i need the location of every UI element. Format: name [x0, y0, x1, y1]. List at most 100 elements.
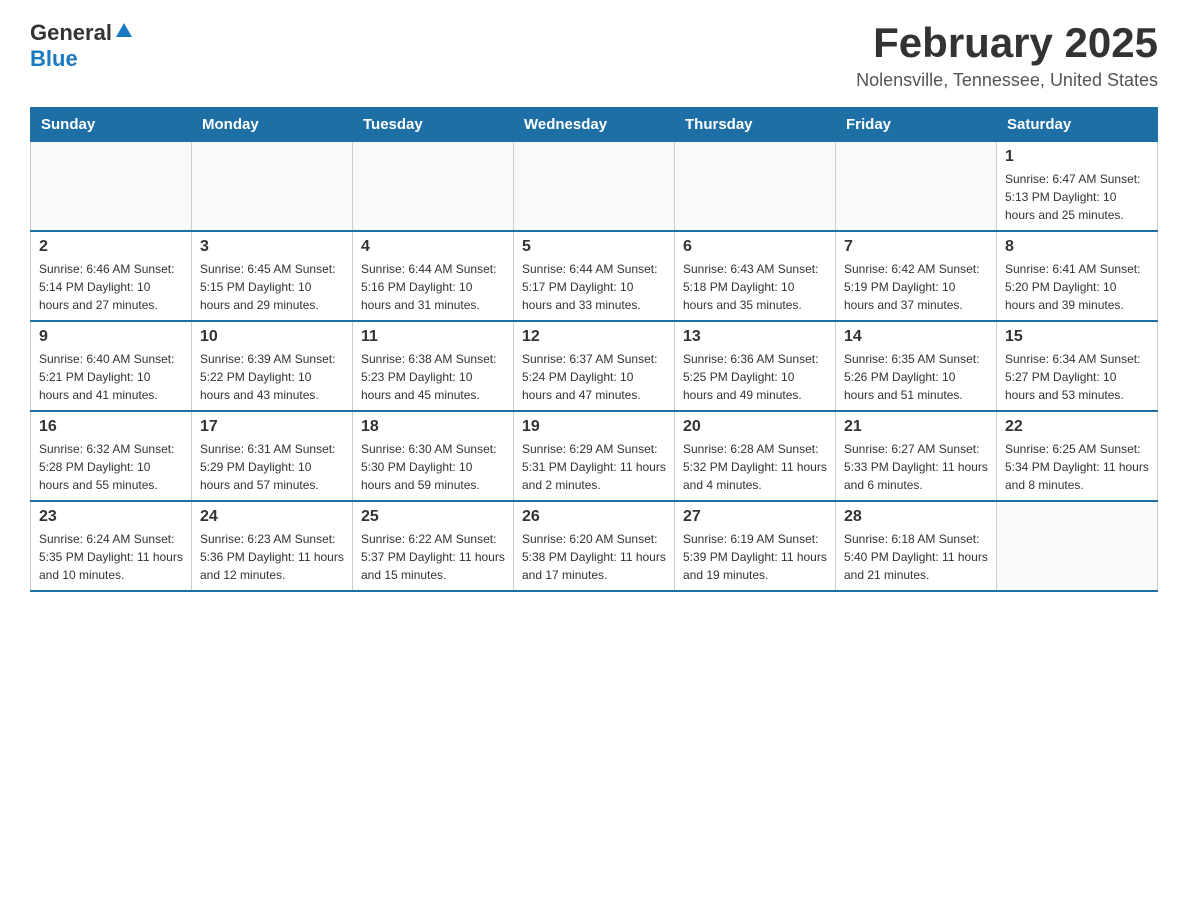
day-info: Sunrise: 6:24 AM Sunset: 5:35 PM Dayligh… [39, 530, 183, 584]
calendar-cell: 10 Sunrise: 6:39 AM Sunset: 5:22 PM Dayli… [192, 321, 353, 411]
calendar-cell: 3 Sunrise: 6:45 AM Sunset: 5:15 PM Daylig… [192, 231, 353, 321]
calendar-cell: 4 Sunrise: 6:44 AM Sunset: 5:16 PM Daylig… [353, 231, 514, 321]
day-info: Sunrise: 6:32 AM Sunset: 5:28 PM Dayligh… [39, 440, 183, 494]
day-info: Sunrise: 6:41 AM Sunset: 5:20 PM Dayligh… [1005, 260, 1149, 314]
calendar-cell: 17 Sunrise: 6:31 AM Sunset: 5:29 PM Dayli… [192, 411, 353, 501]
day-info: Sunrise: 6:46 AM Sunset: 5:14 PM Dayligh… [39, 260, 183, 314]
calendar-cell: 12 Sunrise: 6:37 AM Sunset: 5:24 PM Dayli… [514, 321, 675, 411]
day-info: Sunrise: 6:44 AM Sunset: 5:16 PM Dayligh… [361, 260, 505, 314]
day-info: Sunrise: 6:19 AM Sunset: 5:39 PM Dayligh… [683, 530, 827, 584]
day-number: 21 [844, 418, 988, 436]
day-number: 6 [683, 238, 827, 256]
calendar-cell: 20Sunrise: 6:28 AM Sunset: 5:32 PM Dayli… [675, 411, 836, 501]
calendar-cell: 27Sunrise: 6:19 AM Sunset: 5:39 PM Dayli… [675, 501, 836, 591]
day-of-week-header: Tuesday [353, 108, 514, 142]
day-number: 15 [1005, 328, 1149, 346]
day-of-week-header: Thursday [675, 108, 836, 142]
day-number: 25 [361, 508, 505, 526]
title-area: February 2025 Nolensville, Tennessee, Un… [856, 20, 1158, 91]
month-title: February 2025 [856, 20, 1158, 66]
calendar-cell [514, 142, 675, 232]
day-number: 3 [200, 238, 344, 256]
calendar-cell: 7 Sunrise: 6:42 AM Sunset: 5:19 PM Daylig… [836, 231, 997, 321]
day-of-week-header: Sunday [31, 108, 192, 142]
day-number: 17 [200, 418, 344, 436]
day-of-week-header: Wednesday [514, 108, 675, 142]
day-number: 2 [39, 238, 183, 256]
day-number: 10 [200, 328, 344, 346]
day-info: Sunrise: 6:23 AM Sunset: 5:36 PM Dayligh… [200, 530, 344, 584]
calendar-week-row: 9 Sunrise: 6:40 AM Sunset: 5:21 PM Daylig… [31, 321, 1158, 411]
day-number: 22 [1005, 418, 1149, 436]
day-of-week-header: Monday [192, 108, 353, 142]
day-number: 1 [1005, 148, 1149, 166]
calendar-cell: 26Sunrise: 6:20 AM Sunset: 5:38 PM Dayli… [514, 501, 675, 591]
day-info: Sunrise: 6:39 AM Sunset: 5:22 PM Dayligh… [200, 350, 344, 404]
logo-general-text: General [30, 20, 112, 46]
day-info: Sunrise: 6:35 AM Sunset: 5:26 PM Dayligh… [844, 350, 988, 404]
day-number: 5 [522, 238, 666, 256]
calendar-cell [353, 142, 514, 232]
day-number: 19 [522, 418, 666, 436]
calendar-cell: 24 Sunrise: 6:23 AM Sunset: 5:36 PM Dayli… [192, 501, 353, 591]
calendar-week-row: 1 Sunrise: 6:47 AM Sunset: 5:13 PM Daylig… [31, 142, 1158, 232]
day-number: 16 [39, 418, 183, 436]
day-info: Sunrise: 6:27 AM Sunset: 5:33 PM Dayligh… [844, 440, 988, 494]
calendar-cell [675, 142, 836, 232]
calendar-cell: 6 Sunrise: 6:43 AM Sunset: 5:18 PM Daylig… [675, 231, 836, 321]
day-number: 28 [844, 508, 988, 526]
calendar-week-row: 16 Sunrise: 6:32 AM Sunset: 5:28 PM Dayli… [31, 411, 1158, 501]
day-info: Sunrise: 6:18 AM Sunset: 5:40 PM Dayligh… [844, 530, 988, 584]
calendar-cell [836, 142, 997, 232]
day-of-week-header: Friday [836, 108, 997, 142]
calendar-cell: 19 Sunrise: 6:29 AM Sunset: 5:31 PM Dayli… [514, 411, 675, 501]
calendar-cell [31, 142, 192, 232]
day-number: 26 [522, 508, 666, 526]
day-info: Sunrise: 6:30 AM Sunset: 5:30 PM Dayligh… [361, 440, 505, 494]
calendar-cell: 28 Sunrise: 6:18 AM Sunset: 5:40 PM Dayli… [836, 501, 997, 591]
calendar-cell: 9 Sunrise: 6:40 AM Sunset: 5:21 PM Daylig… [31, 321, 192, 411]
day-info: Sunrise: 6:38 AM Sunset: 5:23 PM Dayligh… [361, 350, 505, 404]
day-number: 12 [522, 328, 666, 346]
calendar-cell [997, 501, 1158, 591]
day-number: 23 [39, 508, 183, 526]
calendar-cell: 11Sunrise: 6:38 AM Sunset: 5:23 PM Dayli… [353, 321, 514, 411]
calendar-cell: 1 Sunrise: 6:47 AM Sunset: 5:13 PM Daylig… [997, 142, 1158, 232]
day-number: 9 [39, 328, 183, 346]
day-of-week-header: Saturday [997, 108, 1158, 142]
calendar-cell: 23 Sunrise: 6:24 AM Sunset: 5:35 PM Dayli… [31, 501, 192, 591]
day-number: 13 [683, 328, 827, 346]
day-info: Sunrise: 6:31 AM Sunset: 5:29 PM Dayligh… [200, 440, 344, 494]
day-number: 20 [683, 418, 827, 436]
day-info: Sunrise: 6:42 AM Sunset: 5:19 PM Dayligh… [844, 260, 988, 314]
day-info: Sunrise: 6:34 AM Sunset: 5:27 PM Dayligh… [1005, 350, 1149, 404]
day-number: 18 [361, 418, 505, 436]
day-info: Sunrise: 6:40 AM Sunset: 5:21 PM Dayligh… [39, 350, 183, 404]
calendar-cell: 25Sunrise: 6:22 AM Sunset: 5:37 PM Dayli… [353, 501, 514, 591]
logo: General Blue [30, 20, 134, 72]
location-title: Nolensville, Tennessee, United States [856, 70, 1158, 91]
calendar-cell: 21 Sunrise: 6:27 AM Sunset: 5:33 PM Dayli… [836, 411, 997, 501]
page-header: General Blue February 2025 Nolensville, … [30, 20, 1158, 91]
day-number: 24 [200, 508, 344, 526]
day-info: Sunrise: 6:29 AM Sunset: 5:31 PM Dayligh… [522, 440, 666, 494]
day-number: 14 [844, 328, 988, 346]
calendar-week-row: 2 Sunrise: 6:46 AM Sunset: 5:14 PM Daylig… [31, 231, 1158, 321]
calendar-week-row: 23 Sunrise: 6:24 AM Sunset: 5:35 PM Dayli… [31, 501, 1158, 591]
logo-blue-text: Blue [30, 46, 78, 71]
day-number: 4 [361, 238, 505, 256]
calendar-table: SundayMondayTuesdayWednesdayThursdayFrid… [30, 107, 1158, 592]
day-info: Sunrise: 6:47 AM Sunset: 5:13 PM Dayligh… [1005, 170, 1149, 224]
day-info: Sunrise: 6:44 AM Sunset: 5:17 PM Dayligh… [522, 260, 666, 314]
logo-icon [114, 21, 134, 41]
day-info: Sunrise: 6:43 AM Sunset: 5:18 PM Dayligh… [683, 260, 827, 314]
calendar-cell: 2 Sunrise: 6:46 AM Sunset: 5:14 PM Daylig… [31, 231, 192, 321]
day-number: 8 [1005, 238, 1149, 256]
day-number: 7 [844, 238, 988, 256]
calendar-cell: 13Sunrise: 6:36 AM Sunset: 5:25 PM Dayli… [675, 321, 836, 411]
calendar-header-row: SundayMondayTuesdayWednesdayThursdayFrid… [31, 108, 1158, 142]
calendar-cell: 18 Sunrise: 6:30 AM Sunset: 5:30 PM Dayli… [353, 411, 514, 501]
day-info: Sunrise: 6:45 AM Sunset: 5:15 PM Dayligh… [200, 260, 344, 314]
calendar-cell: 5 Sunrise: 6:44 AM Sunset: 5:17 PM Daylig… [514, 231, 675, 321]
day-info: Sunrise: 6:37 AM Sunset: 5:24 PM Dayligh… [522, 350, 666, 404]
